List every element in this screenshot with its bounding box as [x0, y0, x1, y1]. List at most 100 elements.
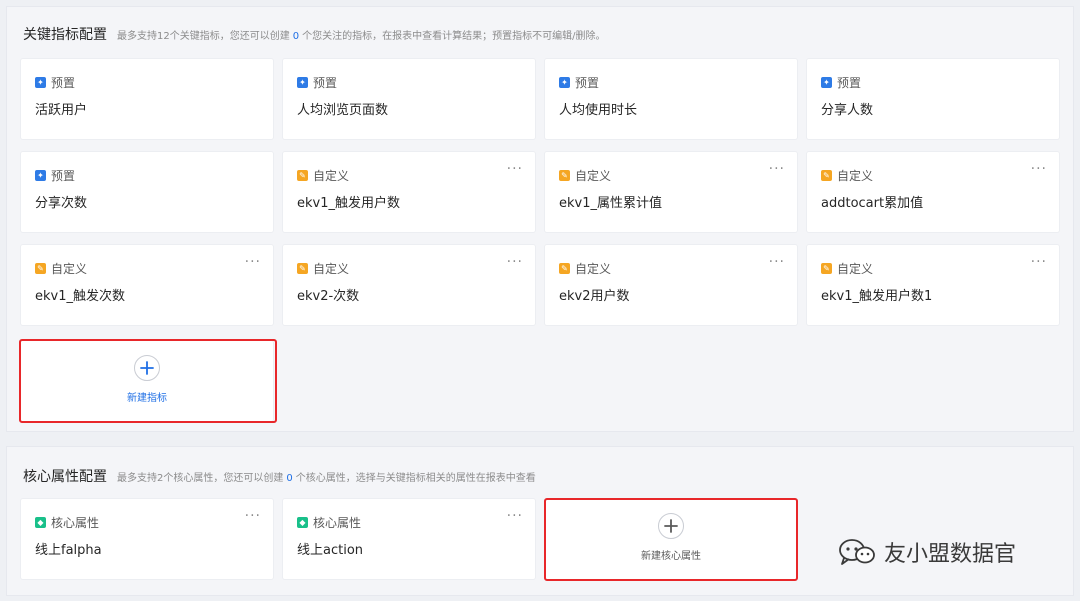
- metric-type-label: 预置: [51, 169, 76, 183]
- metric-name: 人均浏览页面数: [297, 103, 389, 118]
- watermark: 友小盟数据官: [838, 536, 1016, 568]
- attribute-type: ◆ 核心属性: [35, 514, 99, 531]
- metric-type: ✦ 预置: [821, 74, 861, 91]
- core-attributes-desc-after: 个核心属性，选择与关键指标相关的属性在报表中查看: [295, 473, 536, 484]
- metric-type-label: 自定义: [575, 169, 612, 183]
- core-attributes-remaining-count: 0: [286, 473, 293, 484]
- metric-type: ✎ 自定义: [821, 167, 873, 184]
- metric-card[interactable]: ✦ 预置 分享人数: [807, 59, 1059, 139]
- key-metrics-panel: 关键指标配置 最多支持12个关键指标，您还可以创建 0 个您关注的指标，在报表中查看…: [6, 6, 1074, 432]
- metric-card[interactable]: ✎ 自定义 ··· ekv2用户数: [545, 245, 797, 325]
- attribute-card[interactable]: ◆ 核心属性 ··· 线上falpha: [21, 499, 273, 579]
- key-metrics-header: 关键指标配置 最多支持12个关键指标，您还可以创建 0 个您关注的指标，在报表中查看…: [23, 24, 605, 44]
- metric-type: ✦ 预置: [35, 74, 75, 91]
- attribute-name: 线上action: [297, 543, 364, 558]
- edit-icon: ✎: [559, 263, 570, 274]
- metric-type-label: 自定义: [837, 169, 874, 183]
- metric-name: 活跃用户: [35, 103, 88, 118]
- metric-type: ✦ 预置: [297, 74, 337, 91]
- metric-type: ✦ 预置: [559, 74, 599, 91]
- core-attributes-description: 最多支持2个核心属性，您还可以创建 0 个核心属性，选择与关键指标相关的属性在报表中…: [117, 469, 536, 484]
- metric-name: 分享次数: [35, 196, 88, 211]
- add-core-attribute-label: 新建核心属性: [641, 551, 701, 562]
- metric-name: ekv2用户数: [559, 289, 630, 304]
- add-metric-label: 新建指标: [127, 393, 167, 404]
- edit-icon: ✎: [297, 263, 308, 274]
- key-metrics-desc-before: 最多支持12个关键指标，您还可以创建: [117, 31, 290, 42]
- metric-type-label: 预置: [575, 76, 600, 90]
- attribute-icon: ◆: [35, 517, 46, 528]
- attribute-name: 线上falpha: [35, 543, 102, 558]
- metric-name: 人均使用时长: [559, 103, 638, 118]
- key-metrics-description: 最多支持12个关键指标，您还可以创建 0 个您关注的指标，在报表中查看计算结果；预置…: [117, 27, 605, 42]
- metric-type-label: 预置: [313, 76, 338, 90]
- core-attributes-header: 核心属性配置 最多支持2个核心属性，您还可以创建 0 个核心属性，选择与关键指标相关…: [23, 466, 536, 486]
- metric-name: ekv1_属性累计值: [559, 196, 662, 211]
- edit-icon: ✎: [297, 170, 308, 181]
- metric-type-label: 自定义: [51, 262, 88, 276]
- metric-type-label: 预置: [51, 76, 76, 90]
- key-metrics-desc-after: 个您关注的指标，在报表中查看计算结果；预置指标不可编辑/删除。: [302, 31, 606, 42]
- edit-icon: ✎: [559, 170, 570, 181]
- edit-icon: ✎: [821, 263, 832, 274]
- attribute-card[interactable]: ◆ 核心属性 ··· 线上action: [283, 499, 535, 579]
- metric-type-label: 预置: [837, 76, 862, 90]
- metric-name: 分享人数: [821, 103, 874, 118]
- metric-type: ✎ 自定义: [559, 167, 611, 184]
- more-options-icon[interactable]: ···: [1031, 255, 1047, 269]
- watermark-text: 友小盟数据官: [884, 542, 1017, 567]
- metric-type: ✎ 自定义: [559, 260, 611, 277]
- metric-type: ✎ 自定义: [297, 260, 349, 277]
- more-options-icon[interactable]: ···: [1031, 162, 1047, 176]
- edit-icon: ✎: [821, 170, 832, 181]
- attribute-type-label: 核心属性: [313, 516, 362, 530]
- wechat-icon: [839, 539, 875, 565]
- metric-type: ✦ 预置: [35, 167, 75, 184]
- metric-type-label: 自定义: [313, 169, 350, 183]
- wrench-icon: ✦: [35, 170, 46, 181]
- metric-name: ekv1_触发用户数: [297, 196, 400, 211]
- wrench-icon: ✦: [821, 77, 832, 88]
- metric-type-label: 自定义: [313, 262, 350, 276]
- metric-card[interactable]: ✦ 预置 活跃用户: [21, 59, 273, 139]
- core-attributes-panel: 核心属性配置 最多支持2个核心属性，您还可以创建 0 个核心属性，选择与关键指标相关…: [6, 446, 1074, 596]
- metric-card[interactable]: ✎ 自定义 ··· ekv1_属性累计值: [545, 152, 797, 232]
- metric-card[interactable]: ✎ 自定义 ··· ekv2-次数: [283, 245, 535, 325]
- add-metric-button[interactable]: 新建指标: [21, 341, 273, 421]
- plus-icon: [134, 355, 160, 381]
- key-metrics-remaining-count: 0: [292, 31, 300, 42]
- core-attributes-title: 核心属性配置: [23, 469, 107, 485]
- wrench-icon: ✦: [297, 77, 308, 88]
- attribute-icon: ◆: [297, 517, 308, 528]
- metric-name: ekv1_触发次数: [35, 289, 125, 304]
- edit-icon: ✎: [35, 263, 46, 274]
- metric-card[interactable]: ✎ 自定义 ··· ekv1_触发用户数1: [807, 245, 1059, 325]
- attribute-type: ◆ 核心属性: [297, 514, 361, 531]
- more-options-icon[interactable]: ···: [245, 509, 261, 523]
- metric-type-label: 自定义: [837, 262, 874, 276]
- metric-card[interactable]: ✎ 自定义 ··· ekv1_触发次数: [21, 245, 273, 325]
- metric-card[interactable]: ✦ 预置 分享次数: [21, 152, 273, 232]
- more-options-icon[interactable]: ···: [245, 255, 261, 269]
- plus-icon: [658, 513, 684, 539]
- add-core-attribute-button[interactable]: 新建核心属性: [545, 499, 797, 579]
- metric-type: ✎ 自定义: [821, 260, 873, 277]
- more-options-icon[interactable]: ···: [769, 162, 785, 176]
- metric-name: ekv1_触发用户数1: [821, 289, 933, 304]
- attribute-type-label: 核心属性: [51, 516, 100, 530]
- wrench-icon: ✦: [559, 77, 570, 88]
- metric-name: ekv2-次数: [297, 289, 360, 304]
- more-options-icon[interactable]: ···: [769, 255, 785, 269]
- metric-name: addtocart累加值: [821, 196, 924, 211]
- metric-card[interactable]: ✦ 预置 人均使用时长: [545, 59, 797, 139]
- metric-card[interactable]: ✎ 自定义 ··· addtocart累加值: [807, 152, 1059, 232]
- more-options-icon[interactable]: ···: [507, 162, 523, 176]
- metric-type: ✎ 自定义: [35, 260, 87, 277]
- core-attributes-desc-before: 最多支持2个核心属性，您还可以创建: [117, 473, 284, 484]
- metric-type: ✎ 自定义: [297, 167, 349, 184]
- more-options-icon[interactable]: ···: [507, 509, 523, 523]
- more-options-icon[interactable]: ···: [507, 255, 523, 269]
- metric-card[interactable]: ✦ 预置 人均浏览页面数: [283, 59, 535, 139]
- key-metrics-title: 关键指标配置: [23, 27, 107, 43]
- metric-card[interactable]: ✎ 自定义 ··· ekv1_触发用户数: [283, 152, 535, 232]
